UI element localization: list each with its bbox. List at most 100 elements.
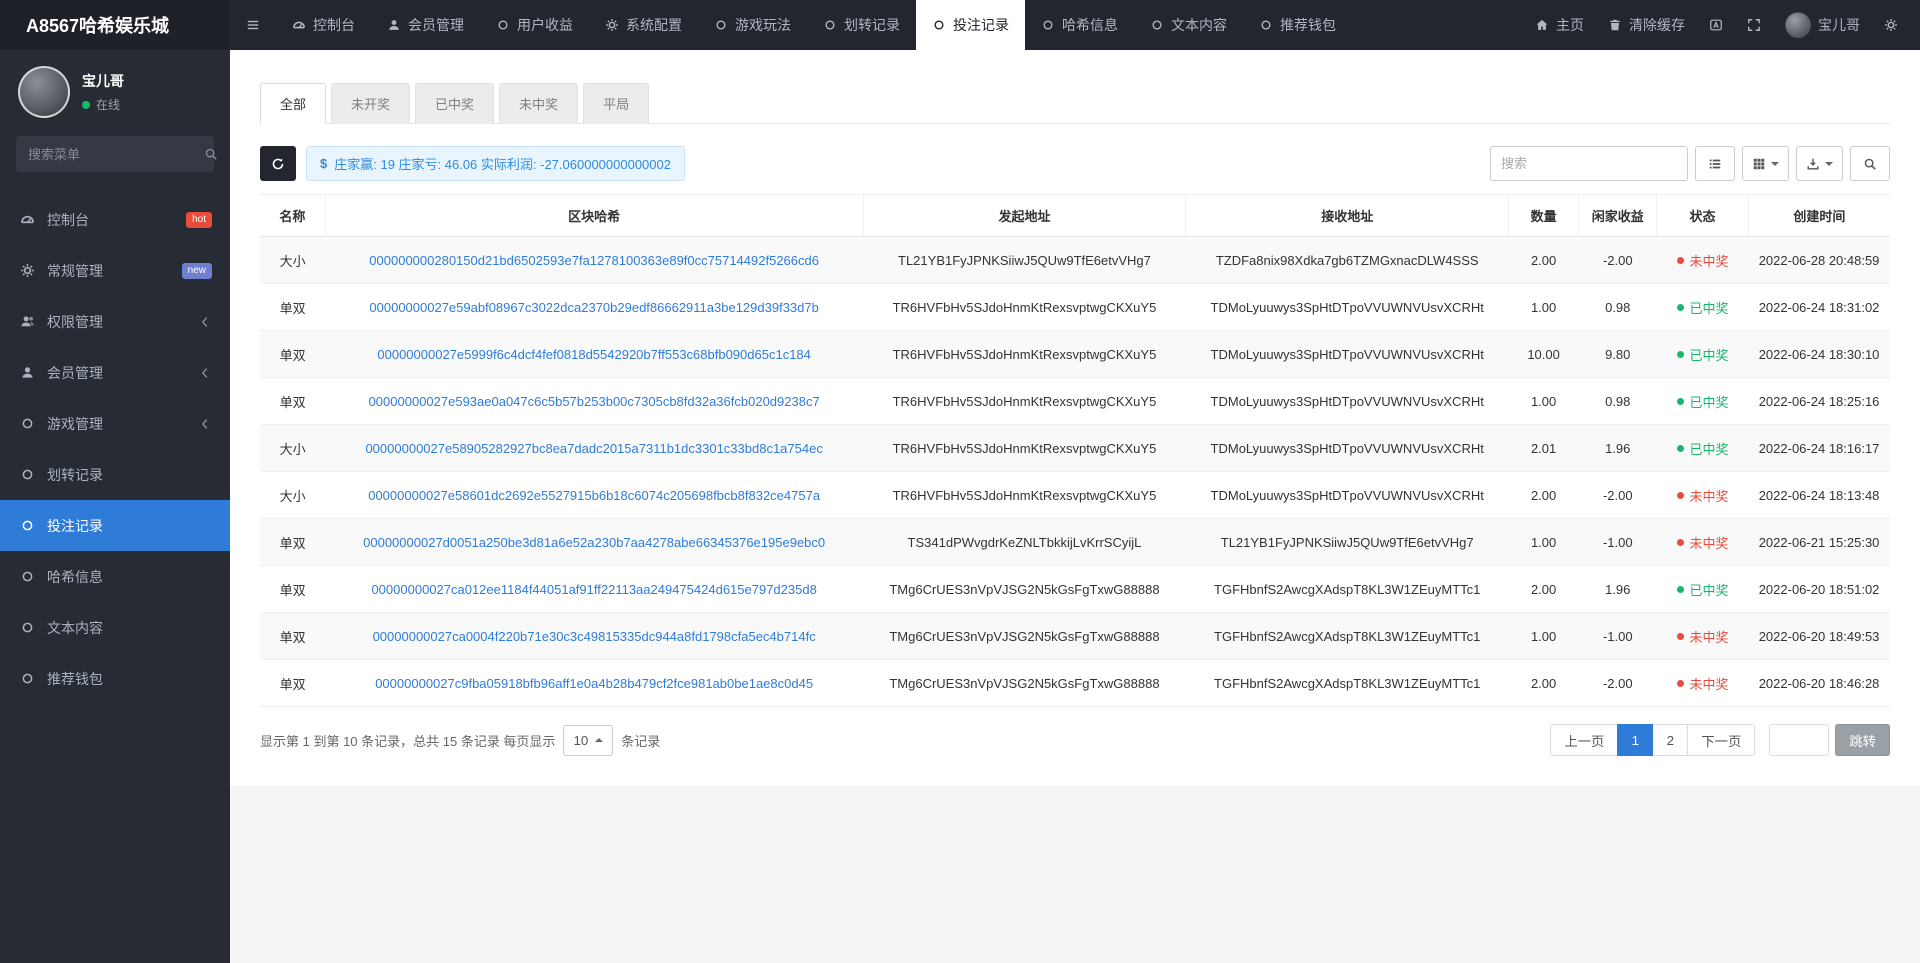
settings-button[interactable]: [1872, 0, 1910, 50]
user-menu[interactable]: 宝儿哥: [1773, 0, 1872, 50]
block-hash-link[interactable]: 00000000027ca012ee1184f44051af91ff22113a…: [371, 582, 816, 597]
to-address-cell: TDMoLyuuwys3SpHtDTpoVVUWNVUsvXCRHt: [1185, 283, 1509, 331]
clear-cache-button[interactable]: 清除缓存: [1596, 0, 1697, 50]
sidebar-item-hash-info[interactable]: 哈希信息: [0, 551, 230, 602]
sidebar: 宝儿哥 在线 控制台 hot 常规: [0, 50, 230, 963]
jump-button[interactable]: 跳转: [1835, 724, 1890, 756]
refresh-button[interactable]: [260, 146, 296, 181]
block-hash-cell: 00000000027ca012ee1184f44051af91ff22113a…: [325, 565, 864, 613]
tab-won[interactable]: 已中奖: [415, 83, 495, 124]
export-button[interactable]: [1796, 146, 1843, 181]
block-hash-link[interactable]: 00000000027e59abf08967c3022dca2370b29edf…: [369, 300, 818, 315]
table-row: 单双 00000000027c9fba05918bfb96aff1e0a4b28…: [260, 659, 1890, 707]
profit-cell: 1.96: [1578, 565, 1657, 613]
topnav-item-hash-info[interactable]: 哈希信息: [1025, 0, 1134, 50]
fullscreen-button[interactable]: [1735, 0, 1773, 50]
amount-cell: 2.01: [1508, 424, 1579, 472]
topnav-item-recommend-wallet[interactable]: 推荐钱包: [1243, 0, 1352, 50]
user-icon: [387, 18, 401, 32]
block-hash-link[interactable]: 00000000027e593ae0a047c6c5b57b253b00c730…: [369, 394, 820, 409]
topnav-item-bet-records[interactable]: 投注记录: [916, 0, 1025, 50]
block-hash-link[interactable]: 00000000027e58905282927bc8ea7dadc2015a73…: [365, 441, 822, 456]
col-block-hash[interactable]: 区块哈希: [324, 194, 864, 237]
block-hash-link[interactable]: 00000000027d0051a250be3d81a6e52a230b7aa4…: [363, 535, 825, 550]
circle-icon: [18, 620, 36, 635]
topnav-item-system-config[interactable]: 系统配置: [589, 0, 698, 50]
topnav-item-console[interactable]: 控制台: [276, 0, 371, 50]
topnav-item-user-revenue[interactable]: 用户收益: [480, 0, 589, 50]
col-status[interactable]: 状态: [1656, 194, 1749, 237]
user-icon: [18, 365, 36, 380]
sidebar-item-recommend-wallet[interactable]: 推荐钱包: [0, 653, 230, 704]
block-hash-link[interactable]: 00000000027e58601dc2692e5527915b6b18c607…: [368, 488, 820, 503]
dashboard-icon: [18, 212, 36, 227]
block-hash-link[interactable]: 000000000280150d21bd6502593e7fa127810036…: [369, 253, 819, 268]
col-name[interactable]: 名称: [260, 194, 326, 237]
block-hash-cell: 00000000027e593ae0a047c6c5b57b253b00c730…: [325, 377, 864, 425]
block-hash-link[interactable]: 00000000027c9fba05918bfb96aff1e0a4b28b47…: [375, 676, 813, 691]
sidebar-toggle-button[interactable]: [230, 0, 276, 50]
sidebar-item-label: 常规管理: [47, 262, 103, 279]
topnav-item-members[interactable]: 会员管理: [371, 0, 480, 50]
avatar: [18, 66, 70, 118]
topnav-item-transfer-records[interactable]: 划转记录: [807, 0, 916, 50]
sidebar-item-permission-management[interactable]: 权限管理: [0, 296, 230, 347]
prev-page-button[interactable]: 上一页: [1550, 724, 1619, 756]
sidebar-item-bet-records[interactable]: 投注记录: [0, 500, 230, 551]
amount-cell: 10.00: [1508, 330, 1579, 378]
sidebar-item-label: 游戏管理: [47, 415, 103, 432]
sidebar-item-transfer-records[interactable]: 划转记录: [0, 449, 230, 500]
col-amount[interactable]: 数量: [1508, 194, 1579, 237]
topnav-item-game-play[interactable]: 游戏玩法: [698, 0, 807, 50]
home-button[interactable]: 主页: [1523, 0, 1596, 50]
list-view-icon: [1708, 157, 1722, 171]
tab-not-drawn[interactable]: 未开奖: [331, 83, 411, 124]
table-search-input[interactable]: [1490, 146, 1688, 181]
page-button-1[interactable]: 1: [1617, 724, 1654, 756]
status-dot: [1676, 350, 1684, 358]
toggle-view-button[interactable]: [1695, 146, 1735, 181]
tab-draw[interactable]: 平局: [583, 83, 650, 124]
col-player-profit[interactable]: 闲家收益: [1578, 194, 1657, 237]
brand-logo[interactable]: A8567哈希娱乐城: [0, 0, 230, 50]
menu-search-input[interactable]: [28, 146, 204, 162]
page-button-2[interactable]: 2: [1652, 724, 1689, 756]
columns-button[interactable]: [1742, 146, 1789, 181]
next-page-button[interactable]: 下一页: [1687, 724, 1756, 756]
tab-all[interactable]: 全部: [260, 83, 327, 124]
table-row: 单双 00000000027ca012ee1184f44051af91ff221…: [260, 565, 1890, 613]
gears-icon: [18, 263, 36, 278]
from-address-cell: TR6HVFbHv5SJdoHnmKtRexsvptwgCKXuY5: [863, 471, 1186, 519]
translate-button[interactable]: [1697, 0, 1735, 50]
jump-page-input[interactable]: [1769, 724, 1830, 756]
col-from-address[interactable]: 发起地址: [862, 194, 1186, 237]
col-to-address[interactable]: 接收地址: [1185, 194, 1509, 237]
records-info-suffix: 条记录: [621, 733, 661, 749]
sidebar-item-console[interactable]: 控制台 hot: [0, 194, 230, 245]
search-button[interactable]: [1850, 146, 1890, 181]
new-badge: new: [181, 262, 212, 279]
topnav-item-text-content[interactable]: 文本内容: [1134, 0, 1243, 50]
topnav-label: 会员管理: [408, 17, 464, 33]
sidebar-user-name: 宝儿哥: [82, 73, 124, 89]
bet-type-cell: 单双: [260, 612, 326, 660]
block-hash-cell: 00000000027e5999f6c4dcf4fef0818d5542920b…: [325, 330, 864, 378]
sidebar-item-game-management[interactable]: 游戏管理: [0, 398, 230, 449]
table-toolbar: $ 庄家赢: 19 庄家亏: 46.06 实际利润: -27.060000000…: [260, 146, 1890, 181]
chevron-left-icon: [198, 417, 212, 431]
tab-lost[interactable]: 未中奖: [499, 83, 579, 124]
sidebar-item-general-management[interactable]: 常规管理 new: [0, 245, 230, 296]
table-row: 大小 00000000027e58905282927bc8ea7dadc2015…: [260, 424, 1890, 472]
block-hash-cell: 00000000027ca0004f220b71e30c3c49815335dc…: [325, 612, 864, 660]
to-address-cell: TGFHbnfS2AwcgXAdspT8KL3W1ZEuyMTTc1: [1185, 565, 1509, 613]
page-size-dropdown[interactable]: 10: [563, 724, 614, 756]
block-hash-link[interactable]: 00000000027ca0004f220b71e30c3c49815335dc…: [373, 629, 816, 644]
sidebar-item-text-content[interactable]: 文本内容: [0, 602, 230, 653]
created-time-cell: 2022-06-20 18:51:02: [1748, 565, 1890, 613]
sidebar-item-member-management[interactable]: 会员管理: [0, 347, 230, 398]
created-time-cell: 2022-06-28 20:48:59: [1748, 236, 1890, 284]
status-badge: 已中奖: [1676, 439, 1729, 458]
bet-type-cell: 单双: [260, 565, 326, 613]
block-hash-link[interactable]: 00000000027e5999f6c4dcf4fef0818d5542920b…: [377, 347, 811, 362]
col-created-time[interactable]: 创建时间: [1747, 194, 1890, 237]
